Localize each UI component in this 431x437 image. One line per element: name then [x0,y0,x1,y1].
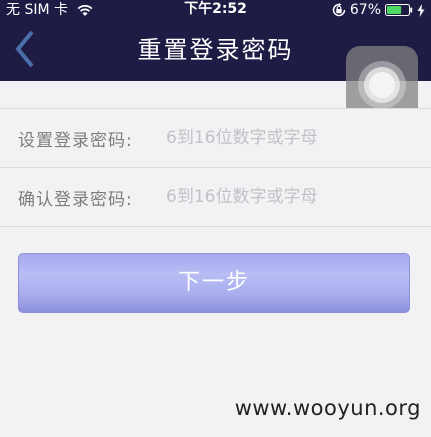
confirm-password-label: 确认登录密码: [18,189,133,210]
status-bar-right: 67% [332,0,425,20]
charging-bolt-icon [417,3,425,17]
orientation-lock-icon [332,3,346,17]
reset-password-form: 设置登录密码: 确认登录密码: [0,108,431,227]
password-row: 设置登录密码: [0,109,431,167]
watermark-text: www.wooyun.org [234,396,421,420]
password-input[interactable] [166,128,416,148]
password-label: 设置登录密码: [18,130,133,151]
next-button[interactable]: 下一步 [18,253,410,313]
assistive-touch-center [369,72,395,98]
battery-percent: 67% [349,2,381,18]
battery-icon [385,4,413,16]
confirm-password-input[interactable] [166,187,416,207]
confirm-password-row: 确认登录密码: [0,167,431,226]
status-bar: 无 SIM 卡 下午2:52 67% [0,0,431,20]
